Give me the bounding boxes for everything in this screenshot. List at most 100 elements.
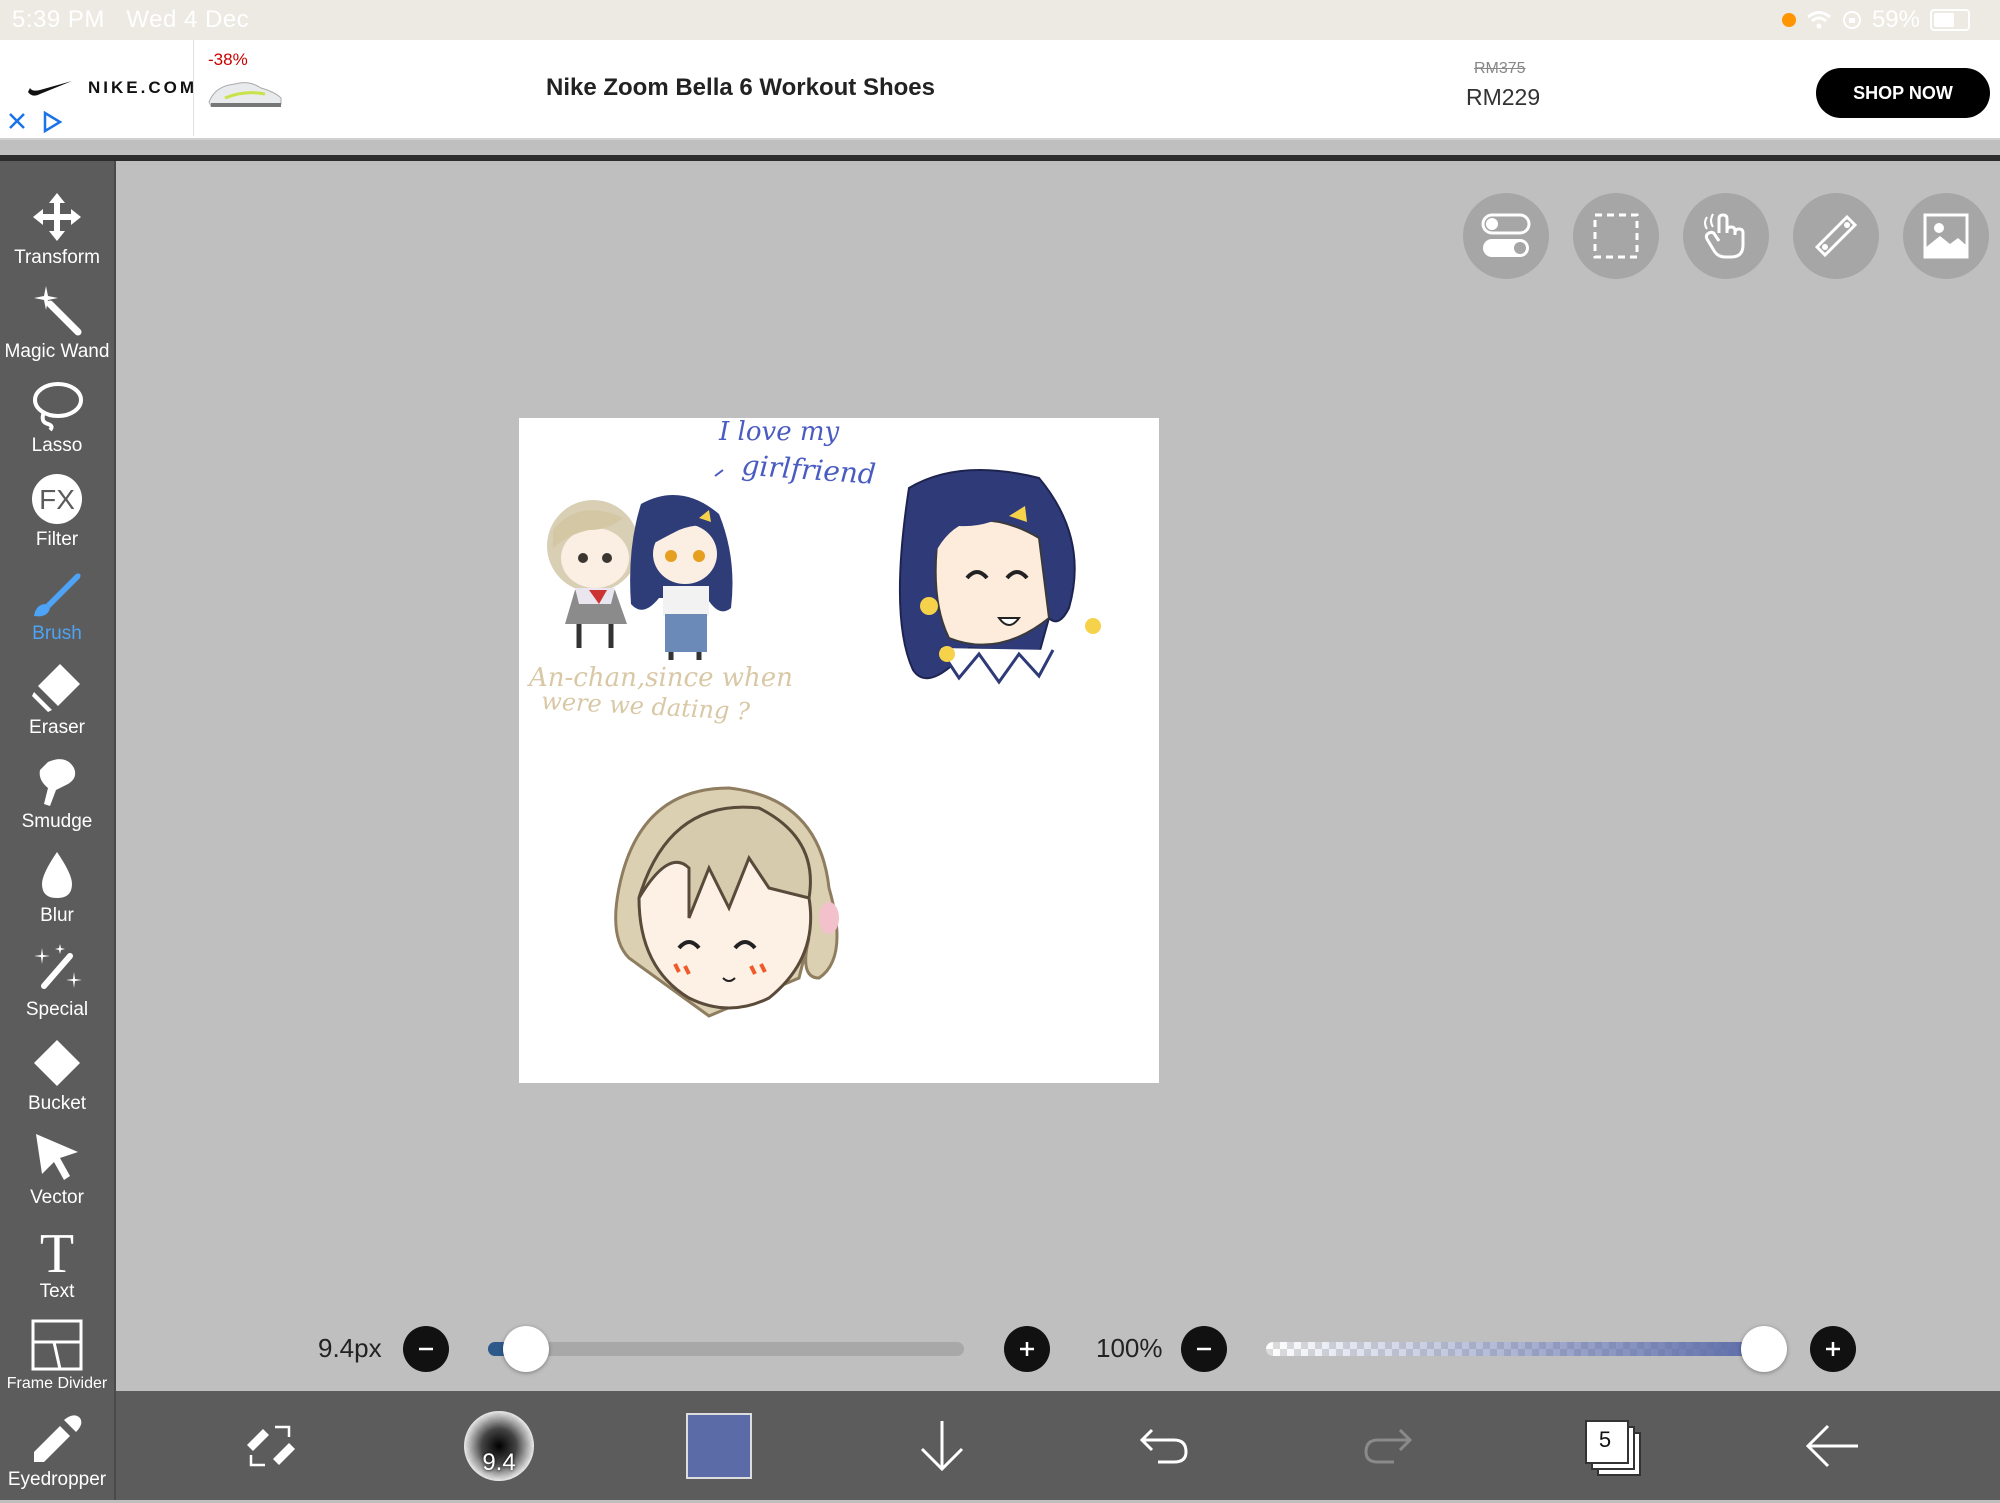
tool-label: Brush: [32, 623, 82, 644]
tool-special[interactable]: Special: [0, 941, 114, 1033]
tool-vector[interactable]: Vector: [0, 1129, 114, 1221]
size-increase-button[interactable]: [1004, 1326, 1050, 1372]
brush-size-track[interactable]: [488, 1342, 964, 1356]
svg-text:FX: FX: [39, 484, 75, 515]
selection-button[interactable]: [1573, 193, 1659, 279]
plus-icon: [1020, 1342, 1034, 1356]
touch-button[interactable]: [1683, 193, 1769, 279]
ad-title[interactable]: Nike Zoom Bella 6 Workout Shoes: [546, 74, 935, 102]
wifi-icon: [1807, 11, 1831, 29]
dark-haired-girl-drawing: [898, 469, 1101, 685]
opacity-track[interactable]: [1266, 1342, 1764, 1356]
opacity-slider-thumb[interactable]: [1741, 1326, 1787, 1372]
swoosh-logo-icon: [28, 81, 72, 96]
tool-label: Eyedropper: [7, 1469, 107, 1490]
battery-percent: 59%: [1871, 6, 1920, 33]
artwork: I love my girlfriend An-chan,since when: [527, 418, 1101, 1018]
tool-frame-divider[interactable]: Frame Divider: [0, 1317, 114, 1409]
undo-button[interactable]: [1136, 1391, 1192, 1500]
brush-size-slider-thumb[interactable]: [503, 1326, 550, 1372]
tool-transform[interactable]: Transform: [0, 189, 114, 281]
selection-icon: [1593, 213, 1639, 259]
adchoices-icon[interactable]: [40, 110, 64, 134]
chibi-pair-drawing: [547, 495, 733, 660]
ad-old-price: RM375: [1474, 60, 1526, 77]
bucket-icon: [34, 1040, 80, 1086]
back-button[interactable]: [1802, 1391, 1862, 1500]
opacity-label: 100%: [1096, 1333, 1163, 1363]
status-time: 5:39 PM: [12, 6, 105, 33]
minus-icon: [1197, 1347, 1211, 1351]
lasso-icon: [33, 382, 83, 432]
tool-label: Text: [39, 1281, 75, 1302]
ruler-button[interactable]: [1793, 193, 1879, 279]
tool-lasso[interactable]: Lasso: [0, 377, 114, 469]
opacity-increase-button[interactable]: [1810, 1326, 1856, 1372]
tool-label: Eraser: [29, 717, 85, 738]
status-date: Wed 4 Dec: [126, 6, 250, 33]
arrow-left-icon: [1805, 1424, 1858, 1467]
tool-brush[interactable]: Brush: [0, 565, 114, 657]
ad-separator: [0, 155, 2000, 161]
undo-icon: [1139, 1428, 1188, 1463]
brush-size-preview[interactable]: 9.4: [462, 1391, 536, 1500]
layers-button[interactable]: 5: [1580, 1391, 1644, 1500]
toggle-icon: [1481, 213, 1531, 257]
tool-label: Magic Wand: [4, 341, 110, 362]
size-decrease-button[interactable]: [403, 1326, 449, 1372]
ad-domain: NIKE.COM: [88, 78, 197, 97]
ad-banner[interactable]: NIKE.COM -38% Nike Zoom Bella 6 Workout …: [0, 40, 2000, 140]
tool-label: Lasso: [31, 435, 83, 456]
ad-brand[interactable]: NIKE.COM: [26, 78, 197, 98]
tool-smudge[interactable]: Smudge: [0, 753, 114, 845]
color-picker-button[interactable]: [686, 1391, 752, 1500]
battery-icon: [1930, 9, 1970, 31]
current-color-swatch: [686, 1412, 752, 1479]
image-button[interactable]: [1903, 193, 1989, 279]
cursor-icon: [36, 1134, 78, 1180]
smudge-icon: [39, 759, 76, 806]
tool-magic-wand[interactable]: Magic Wand: [0, 283, 114, 375]
redo-button[interactable]: [1360, 1391, 1416, 1500]
magic-wand-icon: [34, 286, 82, 336]
ad-divider: [193, 40, 194, 136]
recording-dot-icon: [1781, 13, 1796, 27]
toggle-button[interactable]: [1463, 193, 1549, 279]
bottom-toolbar: 9.4 5: [116, 1391, 2000, 1500]
tool-bucket[interactable]: Bucket: [0, 1035, 114, 1127]
brush-eraser-swap-button[interactable]: [240, 1391, 300, 1500]
shoe-product-image[interactable]: [205, 72, 285, 112]
tool-blur[interactable]: Blur: [0, 847, 114, 939]
tool-eraser[interactable]: Eraser: [0, 659, 114, 751]
drawing-canvas[interactable]: I love my girlfriend An-chan,since when: [519, 418, 1159, 1083]
close-icon[interactable]: [6, 110, 28, 132]
tool-label: Transform: [14, 247, 100, 268]
eyedropper-icon: [34, 1415, 82, 1462]
arrow-down-icon: [920, 1420, 964, 1471]
tool-text[interactable]: T Text: [0, 1223, 114, 1315]
status-bar: 5:39 PM Wed 4 Dec 59%: [0, 0, 2000, 40]
eraser-icon: [32, 664, 80, 712]
opacity-decrease-button[interactable]: [1181, 1326, 1227, 1372]
tool-label: Smudge: [21, 811, 93, 832]
plus-icon: [1826, 1342, 1840, 1356]
brush-eraser-swap-icon: [247, 1425, 295, 1466]
shop-now-button[interactable]: SHOP NOW: [1816, 68, 1990, 118]
blonde-girl-drawing: [614, 786, 839, 1018]
special-icon: [34, 944, 82, 989]
brush-size-value: 9.4: [482, 1448, 516, 1476]
brush-size-label: 9.4px: [318, 1333, 382, 1363]
droplet-icon: [42, 852, 72, 898]
tool-label: Frame Divider: [6, 1375, 108, 1392]
ad-discount: -38%: [208, 50, 248, 69]
tool-filter[interactable]: FX Filter: [0, 471, 114, 563]
tool-sidebar: Transform Magic Wand Lasso FX Filter Bru…: [0, 161, 116, 1500]
tool-eyedropper[interactable]: Eyedropper: [0, 1411, 114, 1503]
transform-icon: [33, 193, 81, 241]
love-text-line1: I love my: [718, 418, 839, 447]
download-button[interactable]: [914, 1391, 970, 1500]
tool-label: Blur: [40, 905, 74, 926]
layer-count: 5: [1598, 1426, 1612, 1452]
tool-label: Filter: [35, 529, 79, 550]
love-text-line2: girlfriend: [741, 449, 877, 491]
